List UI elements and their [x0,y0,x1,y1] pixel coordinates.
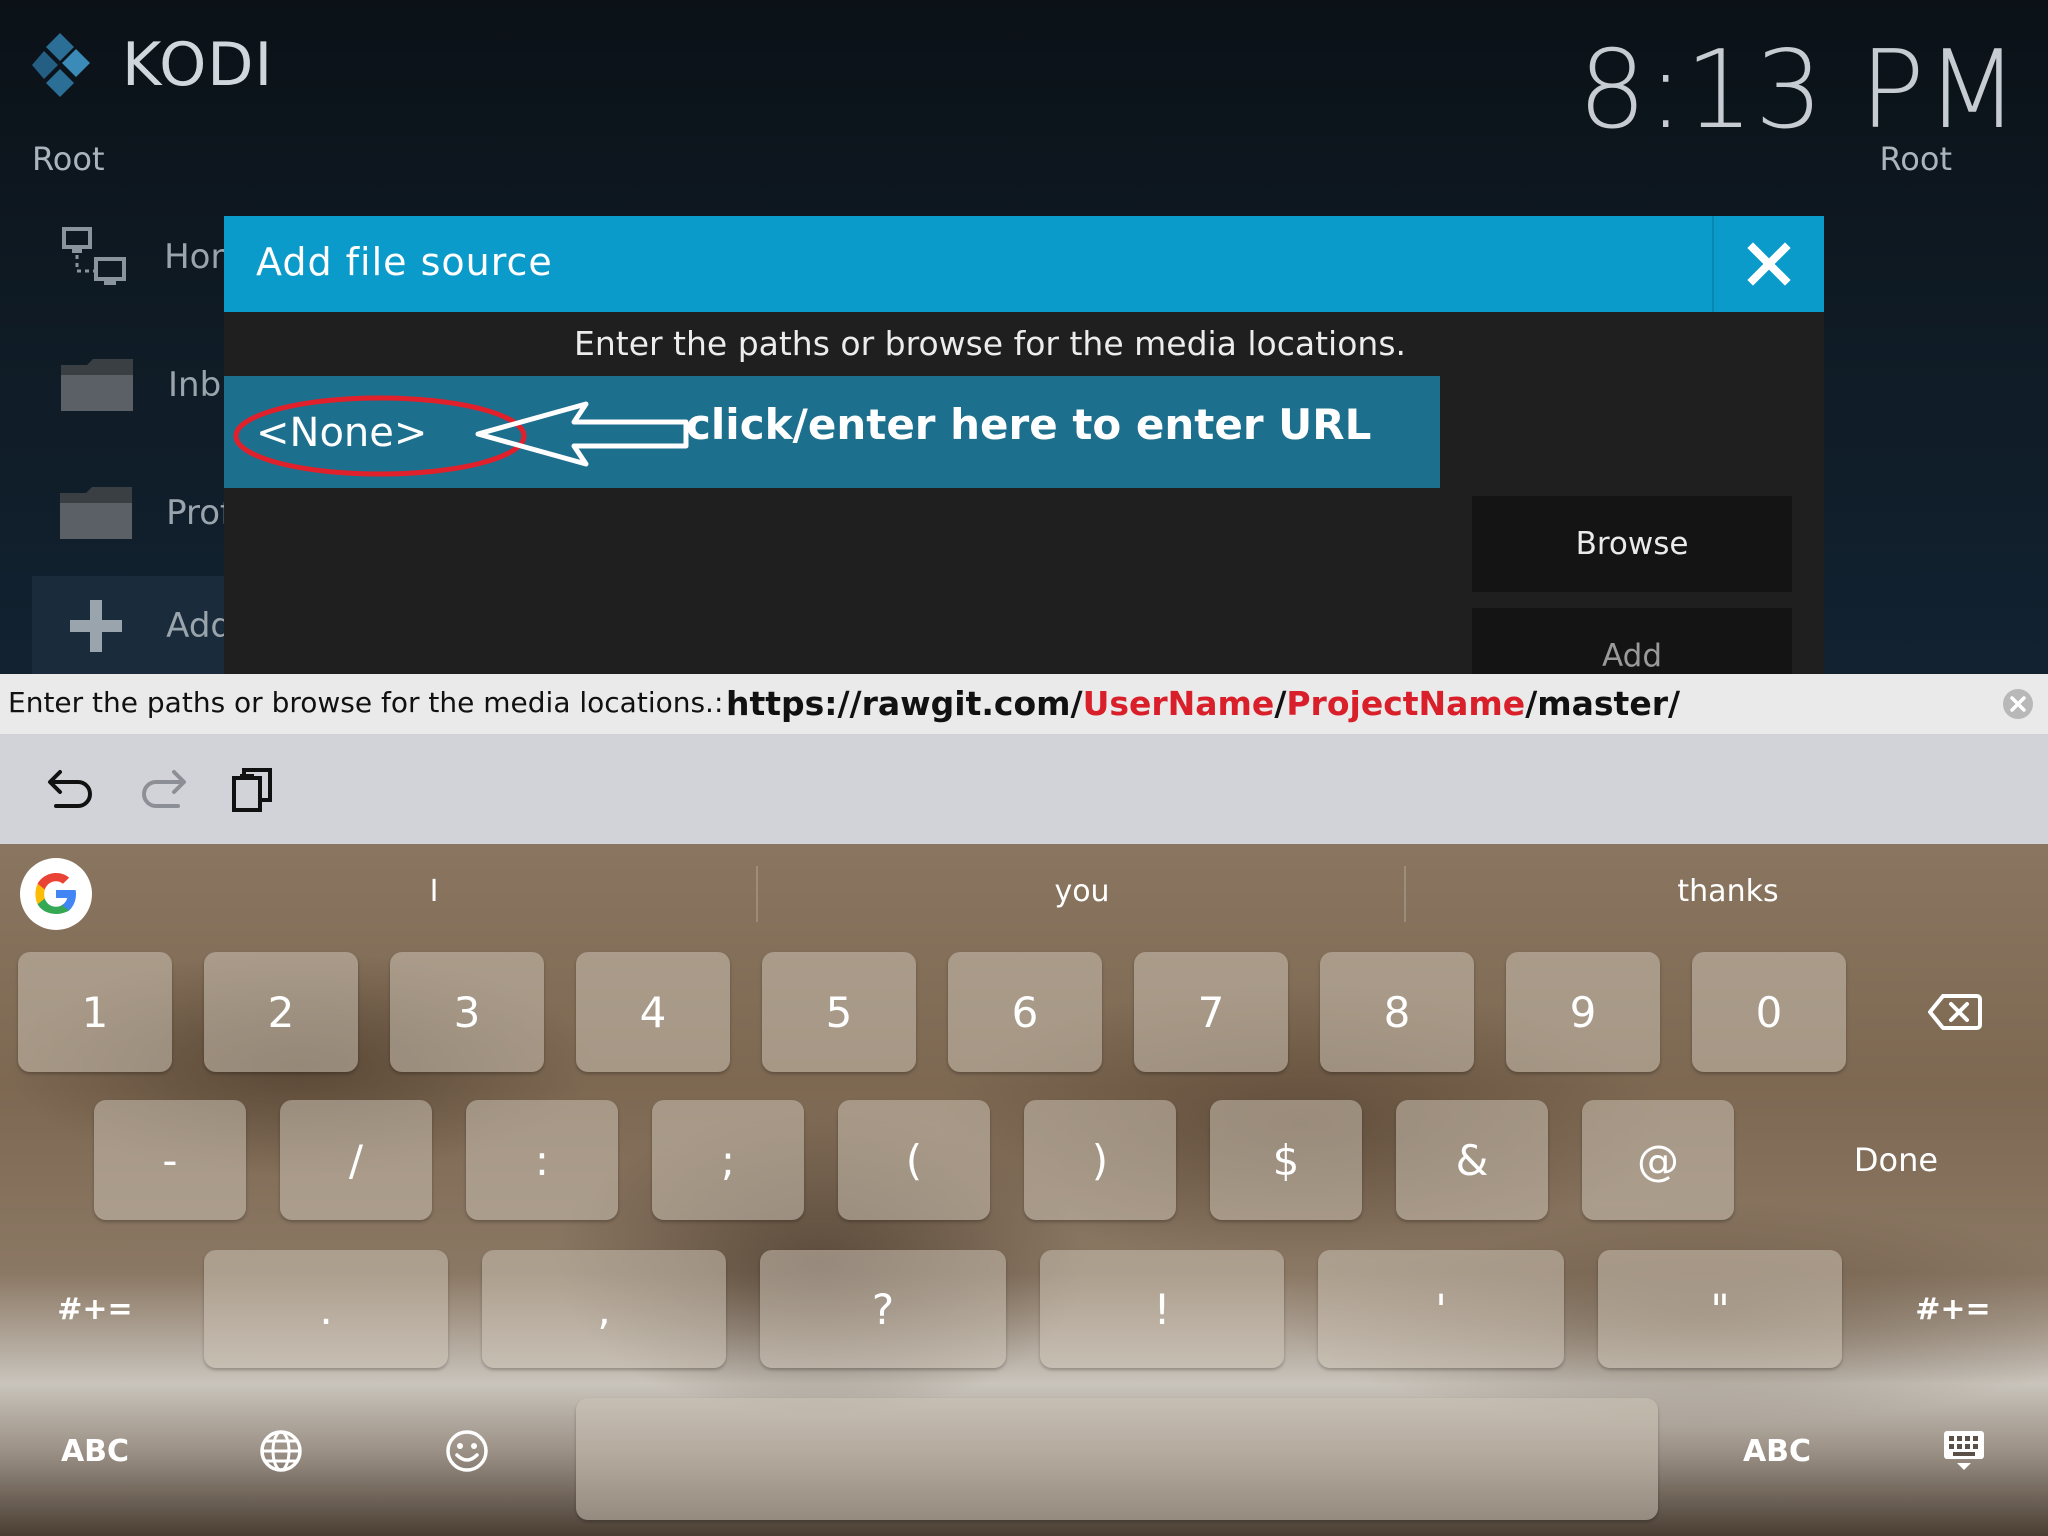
sidebar-item-inbox[interactable]: Inb [32,330,232,440]
folder-icon [52,355,142,415]
language-key[interactable] [226,1396,336,1506]
key-question[interactable]: ? [760,1250,1006,1368]
key-hyphen[interactable]: - [94,1100,246,1220]
key-4[interactable]: 4 [576,952,730,1072]
key-quote[interactable]: " [1598,1250,1842,1368]
emoji-icon [446,1430,488,1472]
key-at[interactable]: @ [1582,1100,1734,1220]
dialog-instruction: Enter the paths or browse for the media … [573,324,1407,363]
suggestion-item[interactable]: you [932,874,1232,909]
key-2[interactable]: 2 [204,952,358,1072]
input-label: Enter the paths or browse for the media … [8,686,724,719]
backspace-icon [1928,994,1982,1030]
symbols-shift-key-right[interactable]: #+= [1878,1250,2028,1368]
clear-input-icon[interactable] [2002,688,2034,720]
key-period[interactable]: . [204,1250,448,1368]
google-g-icon[interactable] [20,858,92,930]
network-computer-icon [52,227,138,287]
add-button[interactable]: Add [1472,608,1792,674]
key-close-paren[interactable]: ) [1024,1100,1176,1220]
key-3[interactable]: 3 [390,952,544,1072]
key-6[interactable]: 6 [948,952,1102,1072]
url-part-projectname: ProjectName [1286,684,1526,723]
browse-button[interactable]: Browse [1472,496,1792,592]
url-part-separator: / [1274,684,1287,723]
key-0[interactable]: 0 [1692,952,1846,1072]
backspace-key[interactable] [1880,952,2030,1072]
url-input[interactable]: https://rawgit.com/UserName/ProjectName/… [726,684,1680,723]
emoji-key[interactable] [412,1396,522,1506]
key-apostrophe[interactable]: ' [1318,1250,1564,1368]
globe-icon [260,1430,302,1472]
done-key[interactable]: Done [1780,1100,2012,1220]
key-9[interactable]: 9 [1506,952,1660,1072]
sidebar-item-label: Inb [168,365,222,405]
kodi-logo-icon [32,33,90,97]
redo-icon[interactable] [138,764,188,814]
url-part-username: UserName [1082,684,1275,723]
dialog-header: Add file source [224,216,1824,312]
abc-key-right[interactable]: ABC [1702,1396,1852,1506]
clock: 8:13 PM [1577,28,2020,153]
breadcrumb-root-right: Root [1879,140,1953,178]
keyboard-toolbar [0,734,2048,844]
suggestion-divider [756,866,758,922]
key-exclamation[interactable]: ! [1040,1250,1284,1368]
symbols-shift-key-left[interactable]: #+= [20,1250,170,1368]
plus-icon [52,598,140,654]
sidebar-item-label: Hon [164,237,232,277]
key-open-paren[interactable]: ( [838,1100,990,1220]
suggestion-item[interactable]: I [284,874,584,909]
sidebar-item-label: Add [166,606,232,646]
key-dollar[interactable]: $ [1210,1100,1362,1220]
path-entry-row[interactable]: <None> click/enter here to enter URL [224,376,1440,488]
keyboard-hide-icon [1944,1431,1984,1470]
hide-keyboard-key[interactable] [1904,1396,2024,1506]
kodi-wordmark: KODI [122,30,274,100]
suggestion-divider [1404,866,1406,922]
key-5[interactable]: 5 [762,952,916,1072]
space-key[interactable] [576,1398,1658,1520]
kodi-background: KODI Root 8:13 PM Root Hon Inb Prof Add … [0,0,2048,674]
sidebar-item-home-network[interactable]: Hon [32,202,232,312]
url-part-base: https://rawgit.com/ [726,684,1083,723]
key-8[interactable]: 8 [1320,952,1474,1072]
key-slash[interactable]: / [280,1100,432,1220]
key-7[interactable]: 7 [1134,952,1288,1072]
key-semicolon[interactable]: ; [652,1100,804,1220]
key-1[interactable]: 1 [18,952,172,1072]
breadcrumb-root: Root [32,140,105,178]
suggestion-bar: I you thanks [0,844,2048,934]
path-value: <None> [256,410,428,456]
folder-icon [52,483,140,543]
clipboard-icon[interactable] [230,764,280,814]
add-file-source-dialog: Add file source Enter the paths or brows… [224,216,1824,674]
on-screen-keyboard: I you thanks 1 2 3 4 5 6 7 8 9 0 - / : ;… [0,844,2048,1536]
key-ampersand[interactable]: & [1396,1100,1548,1220]
sidebar-item-add[interactable]: Add [32,576,232,674]
kodi-logo: KODI [32,30,273,100]
close-button[interactable] [1712,216,1824,312]
key-colon[interactable]: : [466,1100,618,1220]
url-part-master: /master/ [1525,684,1681,723]
suggestion-item[interactable]: thanks [1578,874,1878,909]
abc-key-left[interactable]: ABC [20,1396,170,1506]
sidebar-item-label: Prof [166,493,232,533]
dialog-title: Add file source [256,240,553,284]
sidebar-item-profiles[interactable]: Prof [32,458,232,568]
undo-icon[interactable] [46,764,96,814]
key-comma[interactable]: , [482,1250,726,1368]
annotation-text: click/enter here to enter URL [686,400,1372,449]
keyboard-input-bar: Enter the paths or browse for the media … [0,674,2048,734]
close-icon [1747,242,1791,286]
